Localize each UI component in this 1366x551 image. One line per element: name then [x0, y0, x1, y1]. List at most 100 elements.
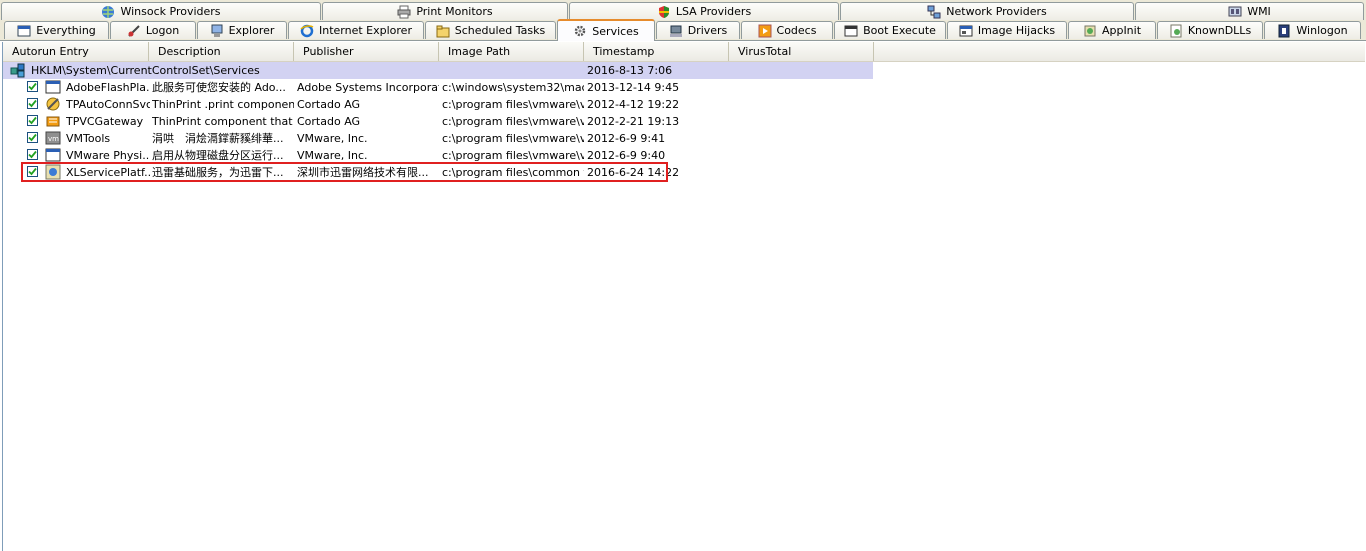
- tab-label: Services: [592, 24, 639, 38]
- internet-explorer-icon: [300, 24, 314, 38]
- entry-publisher: VMware, Inc.: [297, 132, 368, 145]
- entry-description: 此服务可使您安装的 Ado...: [152, 81, 286, 94]
- entry-publisher: Cortado AG: [297, 98, 361, 111]
- tab-wmi[interactable]: WMI: [1135, 2, 1364, 20]
- tab-label: Network Providers: [946, 5, 1047, 18]
- column-header-image-path[interactable]: Image Path: [439, 42, 584, 61]
- entry-description: 启用从物理磁盘分区运行...: [152, 149, 284, 162]
- tab-strip: Winsock Providers Print Monitors LSA Pro…: [0, 0, 1366, 41]
- entry-publisher: Cortado AG: [297, 115, 361, 128]
- enable-checkbox[interactable]: [27, 166, 38, 177]
- tab-drivers[interactable]: Drivers: [656, 21, 740, 39]
- tab-winlogon[interactable]: Winlogon: [1264, 21, 1361, 39]
- table-row[interactable]: vm VMTools 涓哄 涓烩滆鐣薪豯绯華... VMware, Inc. c:\pr…: [3, 130, 873, 147]
- entry-name: TPVCGateway: [66, 115, 144, 128]
- tab-services[interactable]: Services: [557, 19, 655, 41]
- column-header-virustotal[interactable]: VirusTotal: [729, 42, 874, 61]
- tab-divider: [0, 40, 1366, 41]
- entry-timestamp: 2016-6-24 14:22: [587, 166, 680, 179]
- tab-network-providers[interactable]: Network Providers: [840, 2, 1134, 20]
- tab-label: Codecs: [776, 24, 817, 37]
- tab-explorer[interactable]: Explorer: [197, 21, 287, 39]
- wmi-icon: [1228, 5, 1242, 19]
- entry-image-path: c:\windows\system32\macr...: [442, 81, 584, 94]
- entry-name: TPAutoConnSvc: [66, 98, 150, 111]
- tab-label: KnownDLLs: [1187, 24, 1252, 37]
- tab-knowndlls[interactable]: KnownDLLs: [1157, 21, 1263, 39]
- printer-icon: [397, 5, 411, 19]
- tab-label: Print Monitors: [416, 5, 493, 18]
- entry-timestamp: 2013-12-14 9:45: [587, 81, 680, 94]
- column-header-description[interactable]: Description: [149, 42, 294, 61]
- tab-internet-explorer[interactable]: Internet Explorer: [288, 21, 424, 39]
- entry-name: VMware Physi...: [66, 149, 150, 162]
- column-header-timestamp[interactable]: Timestamp: [584, 42, 729, 61]
- tab-print-monitors[interactable]: Print Monitors: [322, 2, 568, 20]
- tab-row-top: Winsock Providers Print Monitors LSA Pro…: [0, 2, 1366, 21]
- entry-description: 涓哄 涓烩滆鐣薪豯绯華...: [152, 132, 284, 145]
- entry-description: ThinPrint .print component f...: [152, 98, 294, 111]
- tab-label: Internet Explorer: [319, 24, 412, 37]
- thinprint-icon: [46, 97, 60, 111]
- table-row[interactable]: XLServicePlatf... 迅雷基础服务，为迅雷下... 深圳市迅雷网络技术…: [3, 164, 873, 181]
- registry-key-icon: [10, 63, 25, 78]
- enable-checkbox[interactable]: [27, 98, 38, 109]
- tab-logon[interactable]: Logon: [110, 21, 196, 39]
- entry-image-path: c:\program files\vmware\v...: [442, 115, 584, 128]
- scheduled-tasks-icon: [436, 24, 450, 38]
- registry-key-row[interactable]: HKLM\System\CurrentControlSet\Services 2…: [3, 62, 873, 79]
- tab-label: WMI: [1247, 5, 1271, 18]
- tab-label: Logon: [145, 24, 180, 37]
- table-row[interactable]: TPVCGateway ThinPrint component that re..…: [3, 113, 873, 130]
- entry-publisher: Adobe Systems Incorporated: [297, 81, 439, 94]
- tab-boot-execute[interactable]: Boot Execute: [834, 21, 946, 39]
- column-header-autorun-entry[interactable]: Autorun Entry: [3, 42, 149, 61]
- autorun-list[interactable]: Autorun Entry Description Publisher Imag…: [2, 42, 1365, 551]
- enable-checkbox[interactable]: [27, 132, 38, 143]
- tab-row-bottom: Everything Logon Explorer Internet Explo…: [0, 19, 1366, 41]
- services-gear-icon: [573, 24, 587, 38]
- tab-label: Everything: [36, 24, 96, 37]
- shield-icon: [657, 5, 671, 19]
- winlogon-icon: [1277, 24, 1291, 38]
- vm-icon: vm: [45, 131, 61, 145]
- entry-name: XLServicePlatf...: [66, 166, 150, 179]
- entry-timestamp: 2012-4-12 19:22: [587, 98, 680, 111]
- tab-label: AppInit: [1101, 24, 1142, 37]
- table-row[interactable]: AdobeFlashPla... 此服务可使您安装的 Ado... Adobe Sy…: [3, 79, 873, 96]
- enable-checkbox[interactable]: [27, 81, 38, 92]
- logon-icon: [127, 24, 141, 38]
- tab-codecs[interactable]: Codecs: [741, 21, 833, 39]
- registry-key-timestamp: 2016-8-13 7:06: [587, 64, 673, 77]
- window-app-icon: [45, 80, 61, 94]
- entry-description: 迅雷基础服务，为迅雷下...: [152, 166, 284, 179]
- tab-label: Winsock Providers: [120, 5, 221, 18]
- tab-label: Drivers: [687, 24, 728, 37]
- entry-timestamp: 2012-6-9 9:41: [587, 132, 666, 145]
- tab-appinit[interactable]: AppInit: [1068, 21, 1156, 39]
- enable-checkbox[interactable]: [27, 115, 38, 126]
- entry-publisher: VMware, Inc.: [297, 149, 368, 162]
- entry-image-path: c:\program files\vmware\v...: [442, 98, 584, 111]
- tab-label: Boot Execute: [863, 24, 936, 37]
- image-hijacks-icon: [959, 24, 973, 38]
- table-row[interactable]: TPAutoConnSvc ThinPrint .print component …: [3, 96, 873, 113]
- registry-key-path: HKLM\System\CurrentControlSet\Services: [31, 64, 260, 77]
- tab-scheduled-tasks[interactable]: Scheduled Tasks: [425, 21, 556, 39]
- entry-description: ThinPrint component that re...: [152, 115, 294, 128]
- entry-name: AdobeFlashPla...: [66, 81, 150, 94]
- drivers-icon: [669, 24, 683, 38]
- tab-lsa-providers[interactable]: LSA Providers: [569, 2, 839, 20]
- tab-everything[interactable]: Everything: [4, 21, 109, 39]
- enable-checkbox[interactable]: [27, 149, 38, 160]
- column-header-publisher[interactable]: Publisher: [294, 42, 439, 61]
- tab-label: Winlogon: [1296, 24, 1348, 37]
- entry-image-path: c:\program files\common fil...: [442, 166, 584, 179]
- tab-image-hijacks[interactable]: Image Hijacks: [947, 21, 1067, 39]
- svg-text:vm: vm: [48, 135, 59, 143]
- explorer-icon: [210, 24, 224, 38]
- entry-publisher: 深圳市迅雷网络技术有限...: [297, 166, 429, 179]
- tab-winsock-providers[interactable]: Winsock Providers: [1, 2, 321, 20]
- tab-label: Scheduled Tasks: [454, 24, 546, 37]
- table-row[interactable]: VMware Physi... 启用从物理磁盘分区运行... VMware, Inc…: [3, 147, 873, 164]
